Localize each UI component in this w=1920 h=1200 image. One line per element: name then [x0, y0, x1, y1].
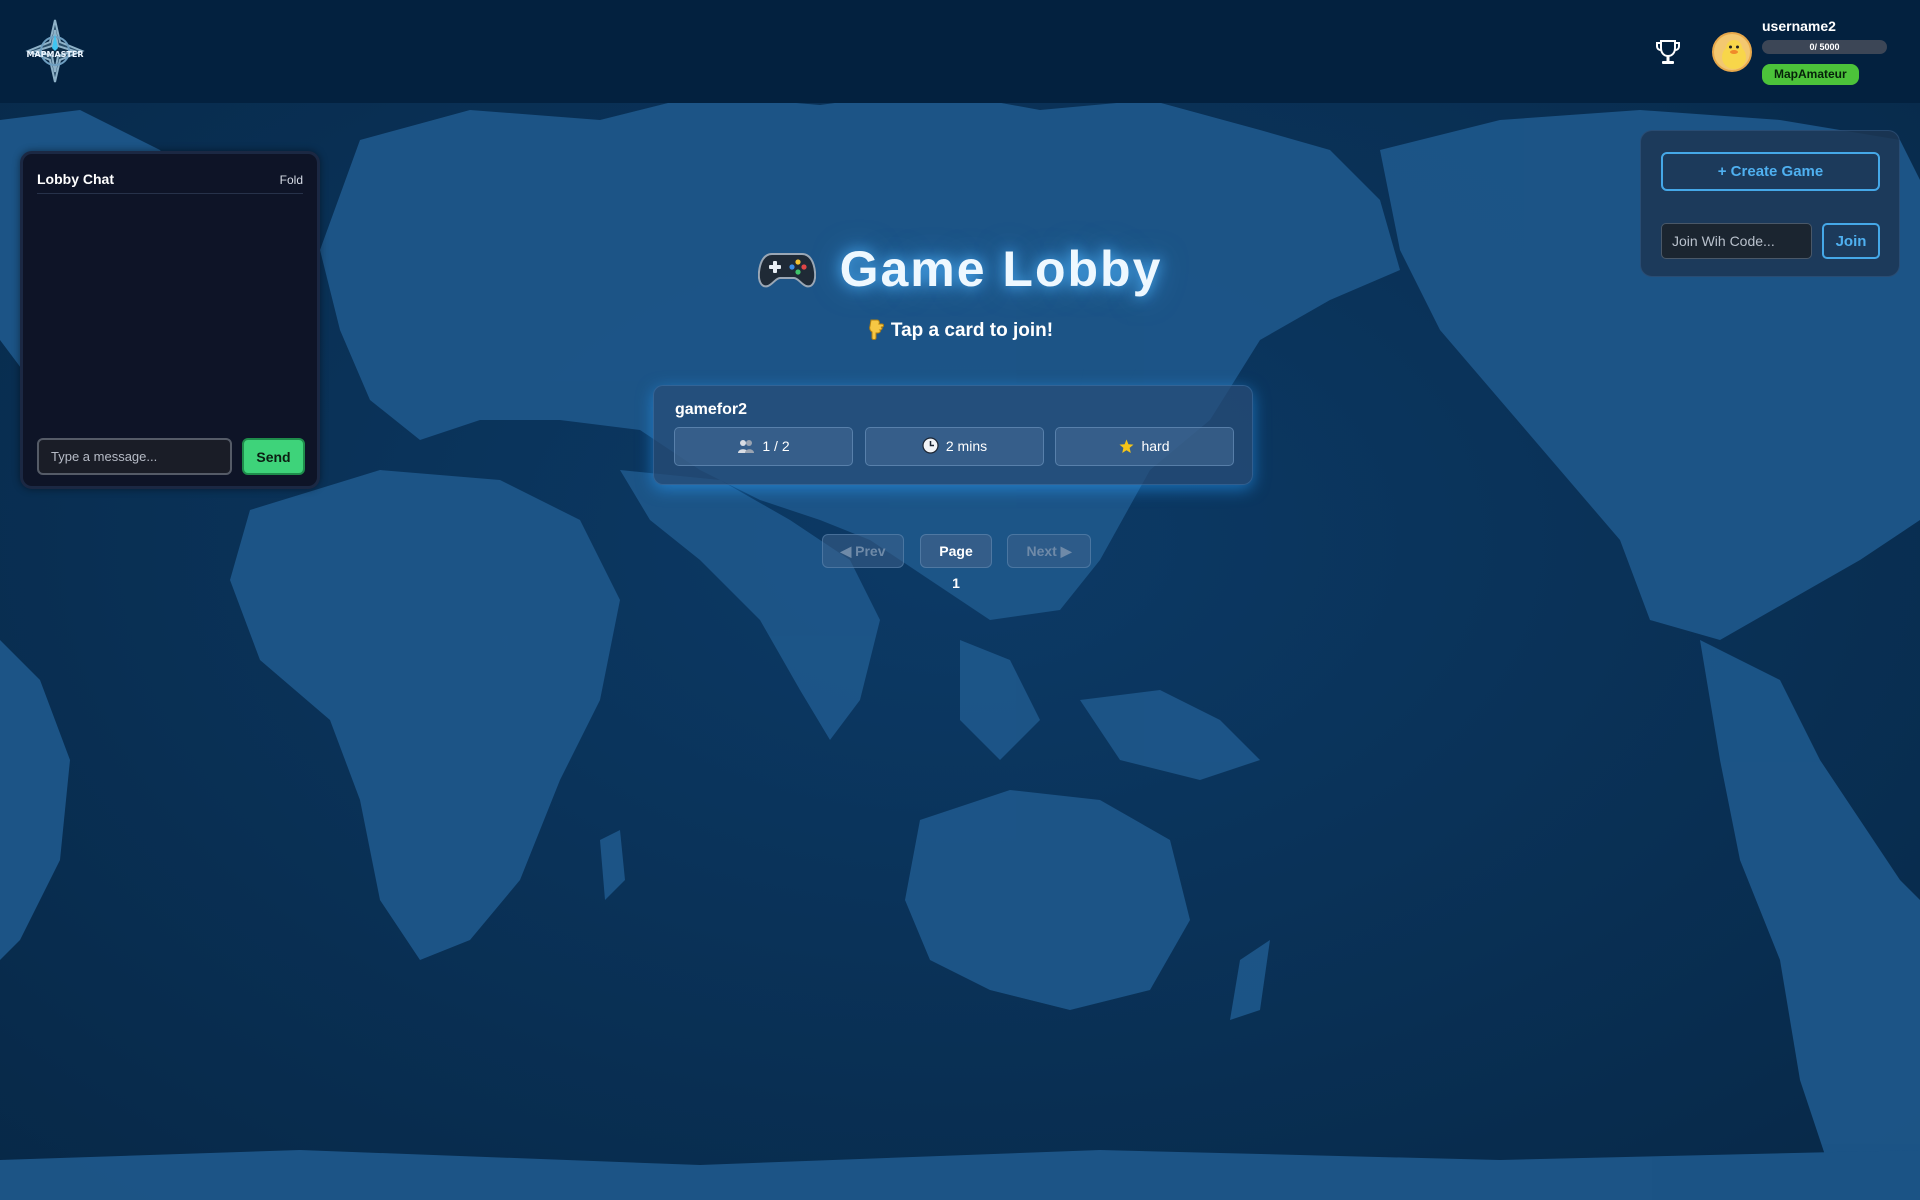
xp-progress-text: 0/ 5000: [1809, 42, 1840, 52]
game-players-value: 1 / 2: [762, 438, 790, 454]
game-card[interactable]: gamefor2 1 / 2 2 mins hard: [653, 385, 1253, 485]
trophy-icon[interactable]: [1655, 38, 1681, 66]
username-label: username2: [1762, 18, 1836, 34]
game-name: gamefor2: [675, 401, 748, 418]
rank-badge: MapAmateur: [1762, 64, 1859, 85]
gamepad-icon: [757, 253, 816, 288]
players-icon: [738, 440, 755, 453]
join-with-code-button[interactable]: Join: [1822, 223, 1880, 259]
page-subtitle-text: Tap a card to join!: [890, 320, 1054, 341]
game-difficulty-value: hard: [1141, 438, 1170, 454]
xp-progress-bar: 0/ 5000: [1762, 40, 1887, 54]
star-icon: [1119, 439, 1134, 453]
clock-icon: [922, 437, 939, 454]
game-time-stat: 2 mins: [865, 427, 1044, 466]
create-join-panel: + Create Game Join: [1640, 130, 1900, 277]
game-players-stat: 1 / 2: [674, 427, 853, 466]
chat-title: Lobby Chat: [37, 171, 114, 187]
page-title-text: Game Lobby: [839, 241, 1163, 297]
lobby-chat-panel: Lobby Chat Fold Send: [20, 151, 320, 489]
pointing-hand-icon: [869, 319, 884, 340]
current-page-indicator: Page 1: [920, 534, 992, 591]
game-time-value: 2 mins: [945, 438, 988, 454]
chat-message-list[interactable]: [37, 198, 303, 438]
chat-send-button[interactable]: Send: [242, 438, 305, 475]
game-difficulty-stat: hard: [1055, 427, 1234, 466]
prev-page-button[interactable]: ◀ Prev: [822, 534, 904, 568]
mapmaster-logo[interactable]: MAPMASTER: [22, 18, 88, 84]
chat-divider: [37, 193, 303, 194]
user-avatar[interactable]: [1712, 32, 1752, 72]
chat-message-input[interactable]: [37, 438, 232, 475]
join-code-input[interactable]: [1661, 223, 1812, 259]
top-navigation-bar: MAPMASTER username2 0/ 5000 MapAmateur: [0, 0, 1920, 103]
create-game-button[interactable]: + Create Game: [1661, 152, 1880, 191]
duck-avatar-icon: [1722, 40, 1746, 69]
next-page-button[interactable]: Next ▶: [1007, 534, 1091, 568]
svg-text:MAPMASTER: MAPMASTER: [26, 50, 83, 59]
chat-fold-button[interactable]: Fold: [280, 173, 303, 187]
